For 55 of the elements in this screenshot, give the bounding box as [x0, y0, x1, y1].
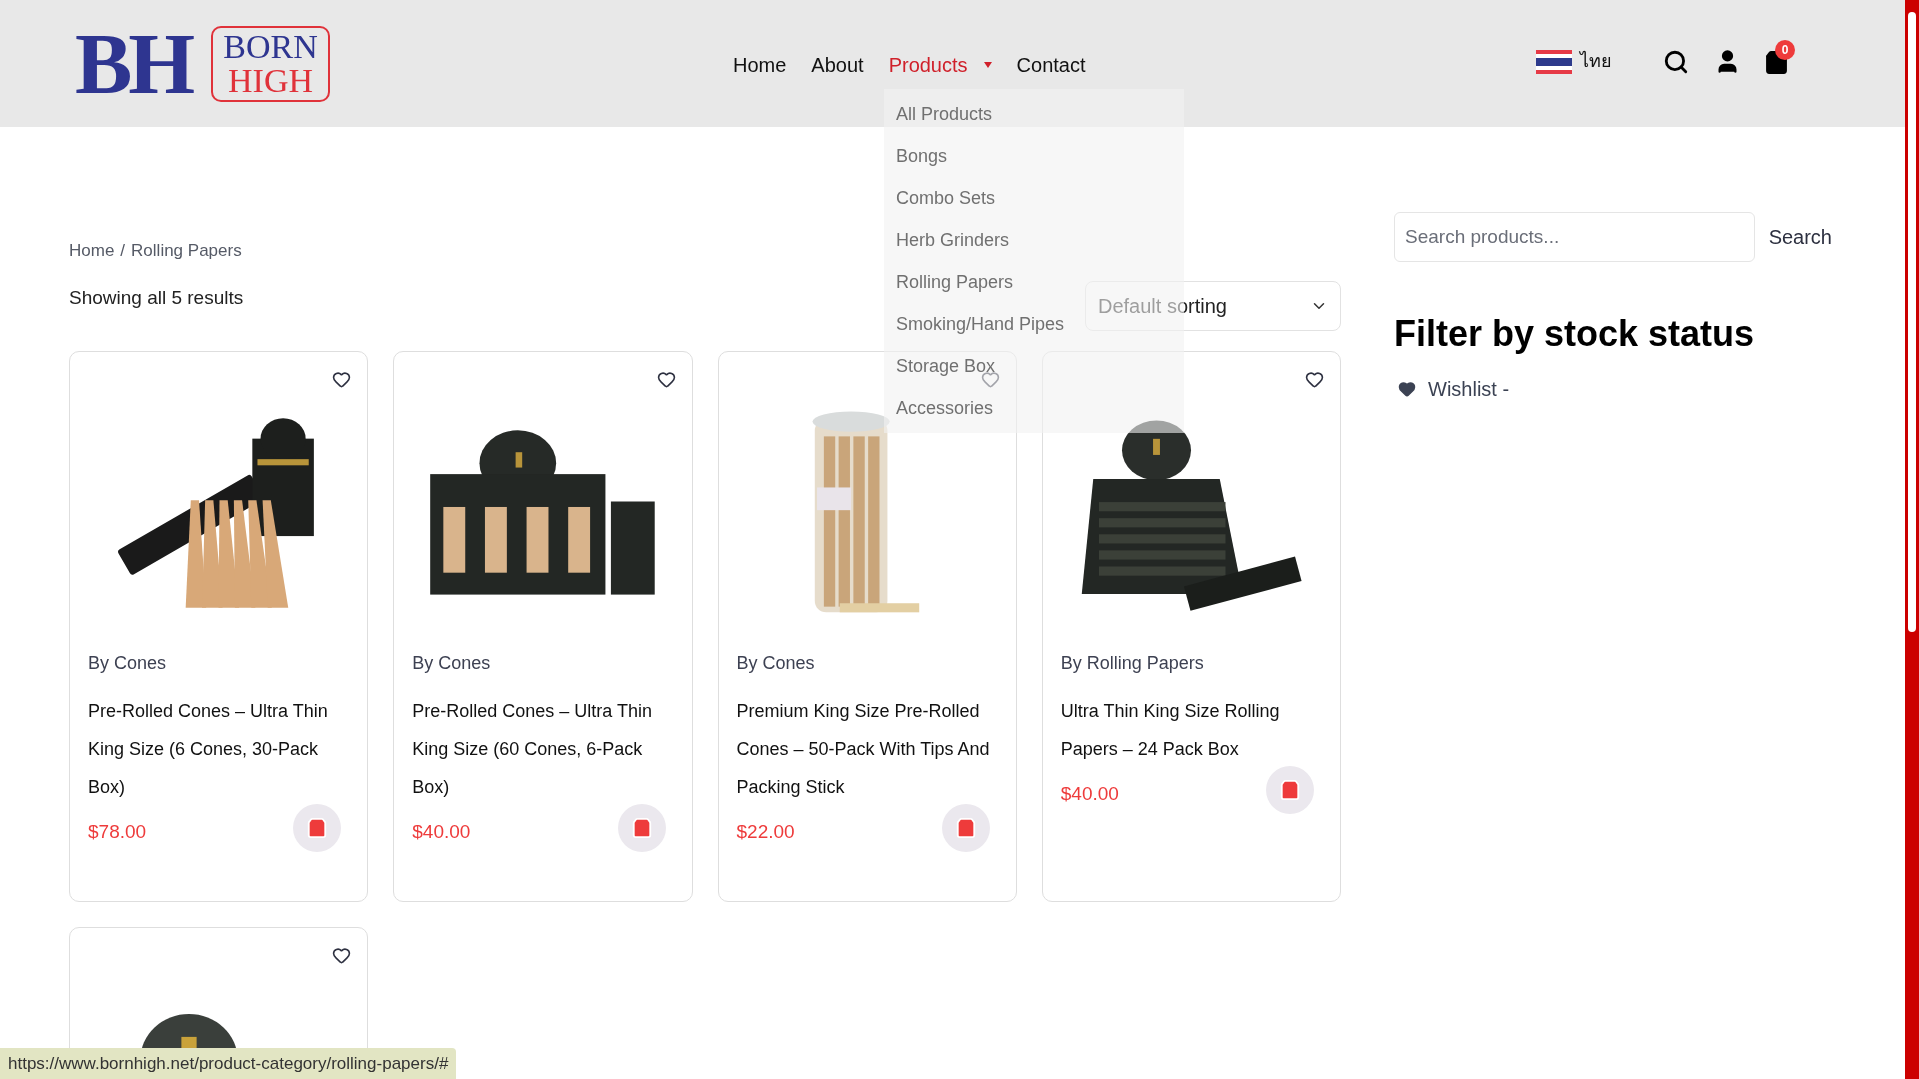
logo-monogram: BH	[74, 23, 193, 104]
product-price: $40.00	[412, 819, 471, 844]
nav-link[interactable]: About	[811, 50, 864, 80]
breadcrumb-separator: /	[120, 240, 126, 263]
wishlist-heart-icon[interactable]	[1305, 370, 1324, 389]
product-title[interactable]: Pre-Rolled Cones – Ultra Thin King Size (6 Cones, 30-Pack Box)	[88, 692, 350, 806]
nav-link[interactable]: Contact	[1016, 50, 1086, 80]
logo-line: BORN	[223, 29, 318, 64]
dropdown-menu-item[interactable]: Storage Box	[896, 345, 996, 387]
heart-icon	[1398, 380, 1416, 398]
wishlist-heart-icon[interactable]	[332, 370, 352, 389]
add-to-cart-button[interactable]	[617, 804, 666, 852]
product-title[interactable]: Premium King Size Pre-Rolled Cones – 50-Pack With Tips And Packing Stick	[736, 692, 999, 806]
product-category[interactable]: By Rolling Papers	[1060, 650, 1322, 676]
language-label[interactable]: ไทย	[1580, 48, 1612, 75]
dropdown-menu-item[interactable]: Bongs	[896, 135, 948, 177]
breadcrumb-link[interactable]: Home	[69, 238, 115, 264]
dropdown-menu-item[interactable]: All Products	[896, 93, 993, 135]
product-price: $40.00	[1060, 781, 1119, 806]
filter-heading: Filter by stock status	[1394, 312, 1756, 356]
thai-flag-icon[interactable]	[1536, 49, 1572, 74]
wishlist-link[interactable]: Wishlist -	[1428, 374, 1510, 404]
product-title[interactable]: Pre-Rolled Cones – Ultra Thin King Size (60 Cones, 6-Pack Box)	[412, 692, 675, 806]
status-bar-url: https://www.bornhigh.net/product-category/rolling-papers/#	[0, 1048, 457, 1079]
result-count: Showing all 5 results	[69, 285, 244, 310]
nav-link[interactable]: Home	[733, 50, 787, 80]
product-category[interactable]: By Cones	[88, 650, 350, 676]
add-to-cart-button[interactable]	[293, 804, 342, 852]
bag-icon	[954, 817, 977, 839]
scrollbar-thumb[interactable]	[1908, 12, 1916, 632]
logo-line: HIGH	[228, 63, 313, 98]
dropdown-menu-item[interactable]: Combo Sets	[896, 177, 996, 219]
dropdown-menu-item[interactable]: Herb Grinders	[896, 219, 1010, 261]
cart-count-badge: 0	[1775, 40, 1795, 60]
product-price: $22.00	[736, 819, 795, 844]
breadcrumb-link[interactable]: Rolling Papers	[131, 238, 242, 264]
product-title[interactable]: Ultra Thin King Size Rolling Papers – 24 Pack Box	[1060, 692, 1323, 768]
product-category[interactable]: By Cones	[412, 650, 674, 676]
dropdown-menu-item[interactable]: Smoking/Hand Pipes	[896, 303, 1065, 345]
wishlist-heart-icon[interactable]	[656, 370, 676, 389]
add-to-cart-button[interactable]	[941, 804, 990, 852]
nav-link[interactable]: Products	[888, 50, 992, 80]
add-to-cart-button[interactable]	[1266, 766, 1314, 814]
bag-icon	[1279, 779, 1301, 801]
product-search-field[interactable]: Search products...	[1394, 212, 1755, 262]
bag-icon	[306, 817, 329, 839]
dropdown-menu-item[interactable]: Accessories	[896, 387, 994, 429]
product-price: $78.00	[88, 819, 147, 844]
dropdown-menu-item[interactable]: Rolling Papers	[896, 261, 1014, 303]
search-icon[interactable]	[1663, 49, 1689, 75]
sorting-select[interactable]: Default sorting	[1085, 281, 1341, 331]
search-button[interactable]: Search	[1766, 222, 1834, 252]
wishlist-heart-icon[interactable]	[332, 946, 352, 965]
bag-icon	[630, 817, 653, 839]
product-category[interactable]: By Cones	[736, 650, 998, 676]
